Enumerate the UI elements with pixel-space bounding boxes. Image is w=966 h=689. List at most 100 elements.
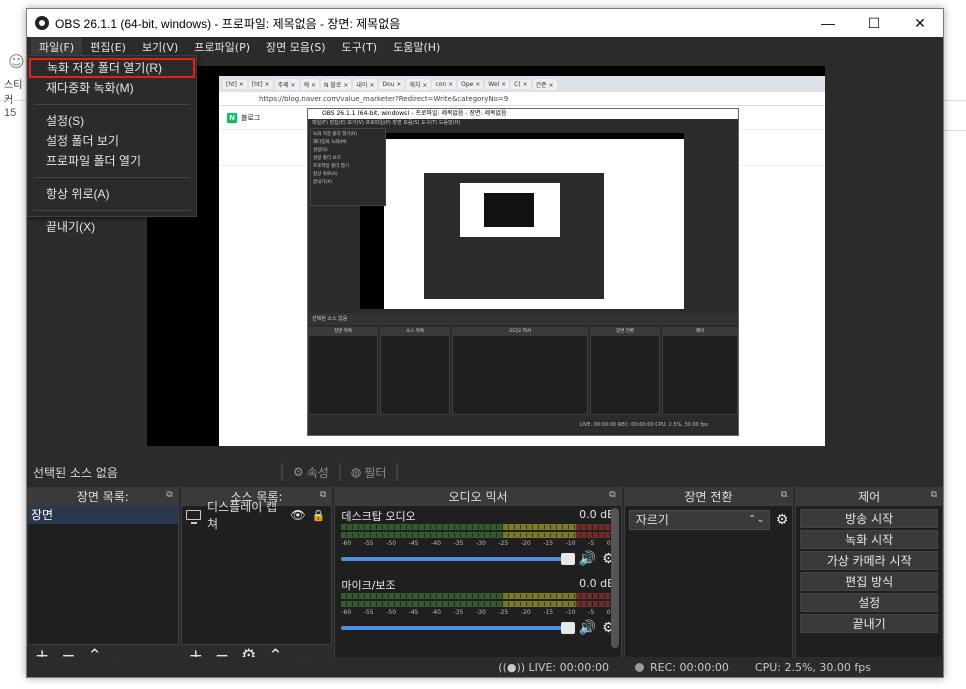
- preview-canvas[interactable]: [ht] × [ht] × 주제 × 케 × N 블로 × 내이 × Dou × 캐치 × co…: [147, 66, 825, 446]
- show-settings-folder-item[interactable]: 설정 폴더 보기: [28, 131, 196, 151]
- maximize-button[interactable]: ☐: [851, 9, 897, 37]
- tick-label: -20: [520, 540, 531, 547]
- channel-db: 0.0 dB: [579, 508, 615, 521]
- nested-obs-window: OBS 26.1.1 (64-bit, windows) - 프로파일: 제목없…: [307, 108, 739, 436]
- nested-selected-source: 선택된 소스 없음: [308, 313, 738, 325]
- lock-icon[interactable]: 🔒: [312, 509, 326, 522]
- tick-label: -15: [543, 540, 554, 547]
- controls-header: 제어 ⧉: [795, 487, 943, 505]
- nested-dock: 제어: [662, 327, 738, 415]
- menu-separator: [34, 177, 190, 178]
- tick-label: -30: [475, 609, 486, 616]
- mixer-scrollbar[interactable]: [610, 508, 619, 648]
- window-title: OBS 26.1.1 (64-bit, windows) - 프로파일: 제목없…: [55, 16, 401, 31]
- minimize-button[interactable]: —: [805, 9, 851, 37]
- menu-separator: [34, 104, 190, 105]
- tick-label: -55: [363, 609, 374, 616]
- browser-tab: 주제 ×: [274, 78, 299, 90]
- settings-button[interactable]: 설정: [800, 593, 938, 612]
- volume-meter: [341, 532, 615, 538]
- open-recordings-folder-item[interactable]: 녹화 저장 폴더 열기(R): [29, 58, 195, 78]
- mixer-body: 데스크탑 오디오 0.0 dB -60 -55 -50 -45 -40 -35 -30 -25 -…: [334, 505, 622, 667]
- volume-meter: [341, 601, 615, 607]
- exit-item[interactable]: 끝내기(X): [28, 217, 196, 237]
- tick-label: -35: [453, 540, 464, 547]
- volume-slider[interactable]: [341, 622, 576, 634]
- popout-icon[interactable]: ⧉: [166, 490, 172, 500]
- menu-tools[interactable]: 도구(T): [334, 37, 386, 59]
- tick-label: -25: [498, 540, 509, 547]
- close-button[interactable]: ✕: [897, 9, 943, 37]
- browser-tab: C( ×: [511, 79, 531, 89]
- tick-label: -60: [341, 540, 352, 547]
- browser-tab: 캐치 ×: [406, 78, 431, 90]
- menu-separator: [34, 210, 190, 211]
- scene-item[interactable]: 장면: [28, 506, 178, 524]
- browser-tab: [ht] ×: [248, 79, 273, 89]
- nested-menu-item: 항상 위로(A): [313, 172, 338, 177]
- popout-icon[interactable]: ⧉: [609, 490, 615, 500]
- tick-label: -35: [453, 609, 464, 616]
- no-source-label: 선택된 소스 없음: [33, 465, 118, 480]
- nested-dock-header: 장면 전환: [591, 328, 659, 336]
- filters-button[interactable]: ◍ 필터: [345, 464, 393, 481]
- volume-slider[interactable]: [341, 553, 576, 565]
- properties-button[interactable]: ⚙ 속성: [287, 464, 335, 481]
- settings-item[interactable]: 설정(S): [28, 111, 196, 131]
- tick-label: -15: [543, 609, 554, 616]
- exit-button[interactable]: 끝내기: [800, 614, 938, 633]
- remux-recordings-item[interactable]: 재다중화 녹화(M): [28, 78, 196, 98]
- start-recording-button[interactable]: 녹화 시작: [800, 530, 938, 549]
- studio-mode-button[interactable]: 편집 방식: [800, 572, 938, 591]
- popout-icon[interactable]: ⧉: [320, 490, 326, 500]
- source-item[interactable]: 디스플레이 캡쳐 👁 🔒: [182, 500, 332, 531]
- tick-label: -60: [341, 609, 352, 616]
- browser-tab: con ×: [432, 79, 457, 89]
- nested-menu: 파일(F) 편집(E) 보기(V) 프로파일(P) 장면 모음(S) 도구(T)…: [308, 119, 738, 128]
- scenes-dock: 장면 목록: ⧉ 장면 + − ⌃ ⌄: [27, 487, 179, 667]
- blog-label: 블로그: [241, 113, 261, 122]
- source-toolbar: 선택된 소스 없음 ⚙ 속성 ◍ 필터: [27, 459, 943, 485]
- volume-meter: [341, 524, 615, 530]
- browser-tab: Wel ×: [485, 79, 510, 89]
- popout-icon[interactable]: ⧉: [931, 490, 937, 500]
- captured-display: [ht] × [ht] × 주제 × 케 × N 블로 × 내이 × Dou × 캐치 × co…: [219, 76, 825, 446]
- nested-preview: [360, 133, 684, 309]
- eye-icon[interactable]: 👁: [290, 508, 305, 522]
- gear-icon[interactable]: ⚙: [776, 512, 789, 528]
- meter-ticks: -60 -55 -50 -45 -40 -35 -30 -25 -20 -15 -10 -5 0: [341, 540, 614, 547]
- nested-dock-header: 오디오 믹서: [453, 328, 587, 336]
- always-on-top-item[interactable]: 항상 위로(A): [28, 184, 196, 204]
- browser-tab: N 블로 ×: [321, 78, 352, 90]
- tick-label: -25: [498, 609, 509, 616]
- emoji-icon: ☺: [8, 52, 25, 71]
- menu-profile[interactable]: 프로파일(P): [186, 37, 258, 59]
- sources-dock: 소스 목록: ⧉ 디스플레이 캡쳐 👁 🔒 + − ⚙ ⌃ ⌄: [180, 487, 333, 667]
- mixer-dock: 오디오 믹서 ⧉ 데스크탑 오디오 0.0 dB -60 -55 -50 -45 -40 -3…: [334, 487, 622, 667]
- nested-status: LIVE: 00:00:00 REC: 00:00:00 CPU: 2.5%, …: [579, 422, 708, 428]
- tick-label: -5: [588, 540, 595, 547]
- popout-icon[interactable]: ⧉: [781, 490, 787, 500]
- mixer-channel: 마이크/보조 0.0 dB -60 -55 -50 -45 -40 -35 -30 -25 -20…: [341, 577, 615, 636]
- tick-label: -20: [520, 609, 531, 616]
- monitor-icon: [185, 510, 202, 524]
- browser-tab: Ope ×: [458, 79, 484, 89]
- speaker-icon[interactable]: 🔊: [579, 551, 596, 567]
- divider: [944, 100, 966, 101]
- menu-help[interactable]: 도움말(H): [385, 37, 448, 59]
- show-profile-folder-item[interactable]: 프로파일 폴더 열기: [28, 151, 196, 171]
- channel-name: 데스크탑 오디오: [341, 510, 416, 523]
- title-bar[interactable]: OBS 26.1.1 (64-bit, windows) - 프로파일: 제목없…: [27, 9, 943, 37]
- speaker-icon[interactable]: 🔊: [579, 620, 596, 636]
- nested-dock-header: 장면 목록: [309, 328, 377, 336]
- transitions-header: 장면 전환 ⧉: [623, 487, 794, 505]
- meter-ticks: -60 -55 -50 -45 -40 -35 -30 -25 -20 -15 -10 -5 0: [341, 609, 614, 616]
- nested-dock: 오디오 믹서: [452, 327, 588, 415]
- tick-label: -45: [408, 609, 419, 616]
- nested-capture-deeper: [460, 183, 560, 237]
- transition-select[interactable]: 자르기 ⌃⌄: [628, 510, 770, 530]
- start-streaming-button[interactable]: 방송 시작: [800, 509, 938, 528]
- start-virtual-camera-button[interactable]: 가상 카메라 시작: [800, 551, 938, 570]
- nested-docks: 장면 목록 소스 목록 오디오 믹서 장면 전환 제어: [308, 327, 738, 415]
- menu-scene-collection[interactable]: 장면 모음(S): [258, 37, 334, 59]
